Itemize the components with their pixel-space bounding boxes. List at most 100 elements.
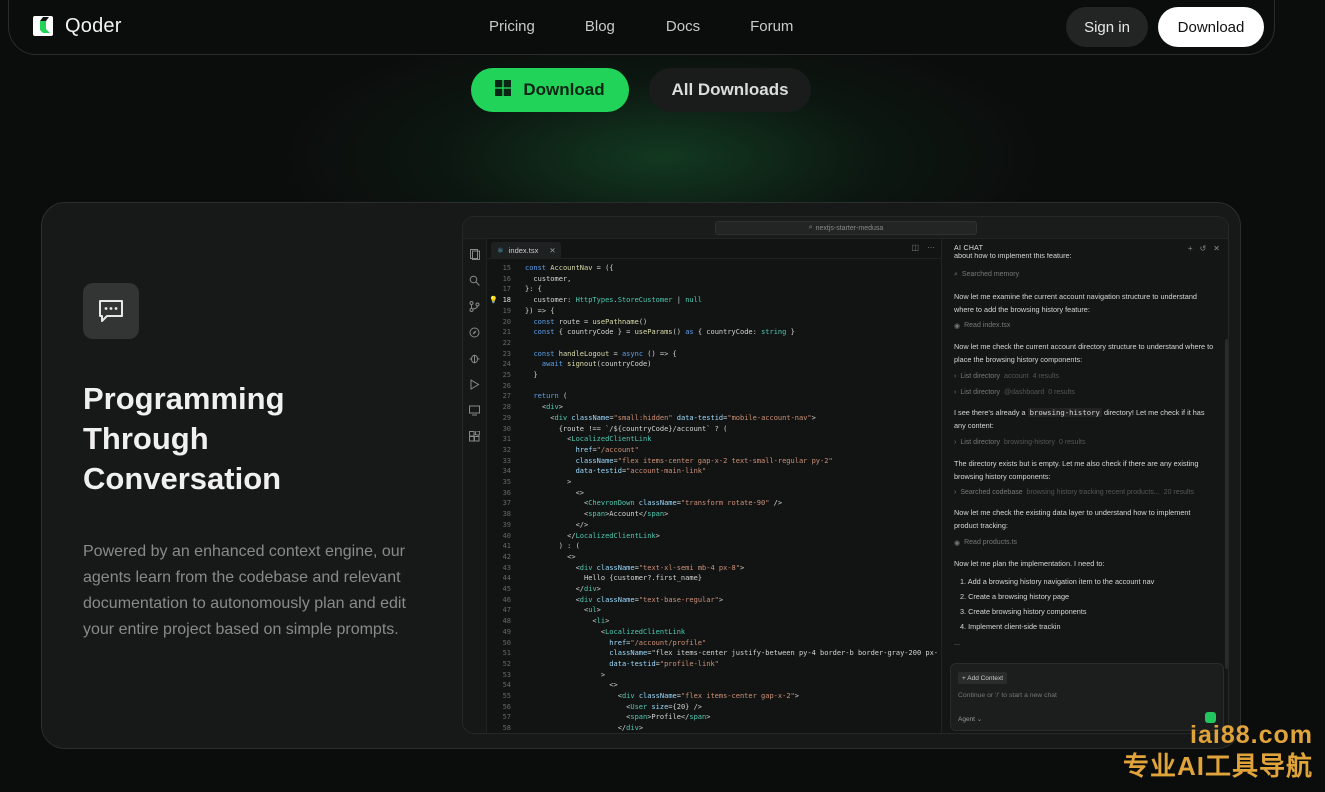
code-line[interactable]: 43 <div className="text-xl-semi mb-4 px-… <box>487 563 941 574</box>
nav-link-blog[interactable]: Blog <box>585 18 615 35</box>
loading-ellipsis: ... <box>954 638 961 647</box>
debug-icon[interactable] <box>469 351 480 364</box>
search-icon[interactable] <box>469 273 480 286</box>
chat-step[interactable]: › List directory account 4 results <box>954 373 1059 380</box>
code-line[interactable]: 48 <li> <box>487 616 941 627</box>
code-line[interactable]: 57 <span>Profile</span> <box>487 712 941 723</box>
more-actions-icon[interactable]: ⋯ <box>927 243 935 252</box>
code-lines[interactable]: 15 const AccountNav = ({16 customer, 17}: … <box>487 263 941 733</box>
ide-search-text: nextjs-starter-medusa <box>815 224 884 232</box>
code-line[interactable]: 54 <> <box>487 680 941 691</box>
code-line[interactable]: 45 </div> <box>487 584 941 595</box>
code-line[interactable]: 50 href="/account/profile" <box>487 638 941 649</box>
sign-in-button[interactable]: Sign in <box>1066 7 1148 47</box>
all-downloads-button[interactable]: All Downloads <box>649 68 811 112</box>
source-control-icon[interactable] <box>469 299 480 312</box>
code-line[interactable]: 38 <span>Account</span> <box>487 509 941 520</box>
code-line[interactable]: 32 href="/account" <box>487 445 941 456</box>
code-text: <div className="text-base-regular"> <box>525 595 724 604</box>
code-line[interactable]: 39 </> <box>487 520 941 531</box>
code-line[interactable]: 15 const AccountNav = ({ <box>487 263 941 274</box>
nav-link-forum[interactable]: Forum <box>750 18 793 35</box>
code-line[interactable]: 44 Hello {customer?.first_name} <box>487 573 941 584</box>
line-number: 52 <box>502 659 511 668</box>
close-tab-icon[interactable]: ✕ <box>549 246 555 255</box>
split-editor-icon[interactable]: ◫ <box>911 243 919 252</box>
code-line[interactable]: 58 </div> <box>487 723 941 733</box>
code-line[interactable]: 56 <User size={20} /> <box>487 702 941 713</box>
history-icon[interactable]: ↺ <box>1200 244 1207 253</box>
new-chat-icon[interactable]: + <box>1188 244 1193 253</box>
ide-titlebar: ⌕ nextjs-starter-medusa <box>463 217 1228 239</box>
code-line[interactable]: 20 const route = usePathname() <box>487 317 941 328</box>
code-line[interactable]: 17}: { <box>487 284 941 295</box>
code-text: className="flex items-center gap-x-2 tex… <box>575 456 833 465</box>
chat-step[interactable]: ◉ Read products.ts <box>954 539 1017 547</box>
code-line[interactable]: 21 const { countryCode } = useParams() a… <box>487 327 941 338</box>
code-text: <> <box>525 488 585 497</box>
code-line[interactable]: 52 data-testid="profile-link" <box>487 659 941 670</box>
code-line[interactable]: 55 <div className="flex items-center gap… <box>487 691 941 702</box>
nav-download-button[interactable]: Download <box>1158 7 1264 47</box>
code-line[interactable]: 16 customer, <box>487 274 941 285</box>
chat-step[interactable]: ⌕ Searched memory <box>954 271 1019 279</box>
code-line[interactable]: 46 <div className="text-base-regular"> <box>487 595 941 606</box>
code-line[interactable]: 53 > <box>487 670 941 681</box>
ide-command-search[interactable]: ⌕ nextjs-starter-medusa <box>715 221 977 235</box>
code-line[interactable]: 25 } <box>487 370 941 381</box>
line-number: 34 <box>502 467 511 476</box>
code-line[interactable]: 23 const handleLogout = async () => { <box>487 349 941 360</box>
editor-tab-index-tsx[interactable]: ⚛ index.tsx ✕ <box>491 242 561 258</box>
chat-step[interactable]: › Searched codebase browsing history track… <box>954 489 1194 496</box>
line-number: 48 <box>502 617 511 626</box>
agent-mode-select[interactable]: Agent ⌄ <box>958 715 982 723</box>
remote-icon[interactable] <box>469 403 480 416</box>
code-line[interactable]: 29 <div className="small:hidden" data-te… <box>487 413 941 424</box>
download-windows-button[interactable]: Download <box>471 68 629 112</box>
code-line[interactable]: 💡 18 customer: HttpTypes.StoreCustomer | … <box>487 295 941 306</box>
code-line[interactable]: 35 > <box>487 477 941 488</box>
code-line[interactable]: 28 <div> <box>487 402 941 413</box>
code-line[interactable]: 37 <ChevronDown className="transform rot… <box>487 498 941 509</box>
code-line[interactable]: 31 <LocalizedClientLink <box>487 434 941 445</box>
code-line[interactable]: 51 className="flex items-center justify-… <box>487 648 941 659</box>
chevron-right-icon: › <box>954 389 957 396</box>
chat-scrollbar[interactable] <box>1225 339 1228 669</box>
code-line[interactable]: 33 className="flex items-center gap-x-2 … <box>487 456 941 467</box>
nav-link-pricing[interactable]: Pricing <box>489 18 535 35</box>
code-line[interactable]: 19}) => { <box>487 306 941 317</box>
code-line[interactable]: 47 <ul> <box>487 605 941 616</box>
editor-actions: ◫ ⋯ <box>911 243 935 252</box>
line-number: 41 <box>502 542 511 551</box>
code-line[interactable]: 22 <box>487 338 941 349</box>
code-line[interactable]: 49 <LocalizedClientLink <box>487 627 941 638</box>
code-line[interactable]: 42 <> <box>487 552 941 563</box>
compass-icon[interactable] <box>469 325 480 338</box>
chat-step[interactable]: › List directory @dashboard 0 results <box>954 389 1075 396</box>
code-line[interactable]: 26 <box>487 381 941 392</box>
code-line[interactable]: 40 </LocalizedClientLink> <box>487 531 941 542</box>
line-number: 27 <box>502 392 511 401</box>
code-line[interactable]: 24 await signout(countryCode) <box>487 359 941 370</box>
extensions-icon[interactable] <box>469 429 481 442</box>
code-editor: ⚛ index.tsx ✕ ◫ ⋯ 15 const AccountNav = (… <box>487 239 941 733</box>
code-line[interactable]: 41 ) : ( <box>487 541 941 552</box>
code-line[interactable]: 30 {route !== `/${countryCode}/account` … <box>487 424 941 435</box>
chat-step[interactable]: › List directory browsing-history 0 results <box>954 439 1085 446</box>
code-line[interactable]: 36 <> <box>487 488 941 499</box>
nav-link-docs[interactable]: Docs <box>666 18 700 35</box>
code-line[interactable]: 27 return ( <box>487 391 941 402</box>
chat-input-placeholder[interactable]: Continue or '/' to start a new chat <box>958 692 1057 699</box>
line-number: 22 <box>502 338 511 347</box>
code-text: <LocalizedClientLink <box>525 435 652 444</box>
run-icon[interactable] <box>469 377 480 390</box>
brand-logo[interactable]: Qoder <box>31 14 122 38</box>
add-context-button[interactable]: + Add Context <box>958 672 1008 684</box>
code-text: const AccountNav = ({ <box>525 264 614 272</box>
code-text: <User size={20} /> <box>525 702 703 711</box>
line-number: 45 <box>502 585 511 593</box>
code-line[interactable]: 34 data-testid="account-main-link" <box>487 466 941 477</box>
chat-step[interactable]: ◉ Read index.tsx <box>954 322 1010 330</box>
explorer-icon[interactable] <box>469 247 480 260</box>
close-icon[interactable]: ✕ <box>1213 244 1220 253</box>
